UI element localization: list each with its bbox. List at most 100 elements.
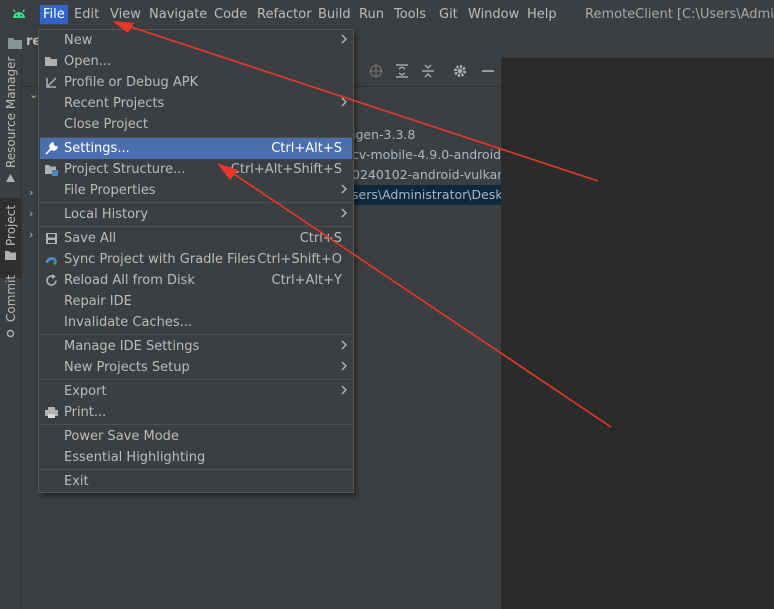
menu-item-label: Project Structure... <box>64 162 186 177</box>
menu-item-label: New Projects Setup <box>64 360 190 375</box>
chevron-right-icon <box>341 34 347 44</box>
menu-tools[interactable]: Tools <box>391 5 429 24</box>
menu-refactor[interactable]: Refactor <box>254 5 315 24</box>
menu-item-shortcut: Ctrl+Alt+Shift+S <box>230 162 342 177</box>
gear-icon[interactable] <box>452 63 468 79</box>
reload-icon <box>46 274 57 286</box>
menu-item-print[interactable]: Print... <box>40 402 352 423</box>
menu-item-repair-ide[interactable]: Repair IDE <box>40 291 352 312</box>
menu-item-label: Save All <box>64 231 117 246</box>
menu-item-label: Local History <box>64 207 149 222</box>
tree-item[interactable]: cv-mobile-4.9.0-android\ <box>352 145 505 165</box>
menu-separator <box>40 334 352 335</box>
chevron-right-icon <box>341 208 347 218</box>
collapse-all-icon[interactable] <box>420 63 436 79</box>
commit-tab-label: Commit <box>4 274 18 322</box>
menu-item-label: Print... <box>64 405 107 420</box>
menu-item-label: Profile or Debug APK <box>64 75 199 90</box>
menu-code[interactable]: Code <box>211 5 250 24</box>
menu-item-new[interactable]: New <box>40 30 352 51</box>
menu-item-shortcut: Ctrl+S <box>299 231 342 246</box>
menu-item-invalidate-caches[interactable]: Invalidate Caches... <box>40 312 352 333</box>
menu-item-label: New <box>64 33 93 48</box>
menu-item-shortcut: Ctrl+Alt+Y <box>271 273 342 288</box>
menu-navigate[interactable]: Navigate <box>146 5 210 24</box>
menu-item-close-project[interactable]: Close Project <box>40 114 352 135</box>
menu-window[interactable]: Window <box>465 5 522 24</box>
menu-item-label: Repair IDE <box>64 294 132 309</box>
menu-item-label: Essential Highlighting <box>64 450 206 465</box>
menu-item-shortcut: Ctrl+Shift+O <box>257 252 342 267</box>
tree-expand-chevron-right-icon[interactable]: › <box>29 186 33 199</box>
file-menu-dropdown: New Open... Profile or Debug APK Recent … <box>38 29 354 493</box>
menu-item-recent-projects[interactable]: Recent Projects <box>40 93 352 114</box>
menu-run[interactable]: Run <box>356 5 387 24</box>
menu-help[interactable]: Help <box>524 5 560 24</box>
menu-item-label: Manage IDE Settings <box>64 339 200 354</box>
hide-panel-icon[interactable] <box>480 63 496 79</box>
tool-window-strip: Resource Manager Project Commit <box>0 56 22 609</box>
menu-item-reload-disk[interactable]: Reload All from Disk Ctrl+Alt+Y <box>40 270 352 291</box>
menu-item-new-projects-setup[interactable]: New Projects Setup <box>40 357 352 378</box>
chevron-right-icon <box>341 97 347 107</box>
menu-item-power-save[interactable]: Power Save Mode <box>40 426 352 447</box>
chevron-right-icon <box>341 385 347 395</box>
menu-view[interactable]: View <box>107 5 144 24</box>
menu-item-label: Invalidate Caches... <box>64 315 193 330</box>
menu-item-export[interactable]: Export <box>40 381 352 402</box>
menu-edit[interactable]: Edit <box>71 5 102 24</box>
tree-item[interactable]: 0240102-android-vulkan\a <box>352 165 517 185</box>
window-title: RemoteClient [C:\Users\Administ <box>585 7 774 22</box>
menu-item-project-structure[interactable]: Project Structure... Ctrl+Alt+Shift+S <box>40 159 352 180</box>
menu-item-label: File Properties <box>64 183 156 198</box>
menu-item-label: Exit <box>64 474 89 489</box>
menu-item-label: Recent Projects <box>64 96 165 111</box>
tree-item-selected[interactable]: sers\Administrator\Desktop <box>352 185 523 205</box>
tree-item[interactable]: igen-3.3.8 <box>352 125 415 145</box>
menu-file[interactable]: File <box>40 5 68 24</box>
profile-apk-icon <box>46 77 57 88</box>
chevron-right-icon <box>341 184 347 194</box>
menu-item-local-history[interactable]: Local History <box>40 204 352 225</box>
tree-expand-chevron-right-icon[interactable]: › <box>29 228 33 241</box>
resource-manager-label: Resource Manager <box>4 56 18 168</box>
menu-git[interactable]: Git <box>436 5 461 24</box>
gradle-sync-icon <box>46 256 57 266</box>
menu-item-save-all[interactable]: Save All Ctrl+S <box>40 228 352 249</box>
chevron-right-icon <box>341 340 347 350</box>
android-studio-icon <box>12 9 26 18</box>
menu-item-label: Open... <box>64 54 112 69</box>
menu-item-label: Close Project <box>64 117 149 132</box>
menu-item-file-properties[interactable]: File Properties <box>40 180 352 201</box>
editor-area <box>501 58 774 609</box>
save-icon <box>46 233 57 244</box>
tree-expand-chevron-right-icon[interactable]: › <box>29 207 33 220</box>
menu-build[interactable]: Build <box>315 5 354 24</box>
chevron-right-icon <box>341 361 347 371</box>
tree-expand-chevron-down-icon[interactable]: ⌄ <box>29 88 38 101</box>
menu-item-label: Settings... <box>64 141 130 156</box>
tab-commit[interactable]: Commit <box>0 274 21 343</box>
menu-separator <box>40 202 352 203</box>
open-folder-icon <box>45 57 57 66</box>
menu-item-open[interactable]: Open... <box>40 51 352 72</box>
menu-item-label: Sync Project with Gradle Files <box>64 252 256 267</box>
menu-item-label: Export <box>64 384 107 399</box>
locate-icon[interactable] <box>368 63 384 79</box>
printer-icon <box>45 407 58 418</box>
commit-icon <box>6 329 15 338</box>
menu-item-profile-apk[interactable]: Profile or Debug APK <box>40 72 352 93</box>
menu-item-label: Power Save Mode <box>64 429 179 444</box>
tab-project[interactable]: Project <box>0 198 21 278</box>
menu-separator <box>40 469 352 470</box>
expand-all-icon[interactable] <box>394 63 410 79</box>
menu-separator <box>40 424 352 425</box>
menu-item-exit[interactable]: Exit <box>40 471 352 492</box>
menu-item-essential-highlighting[interactable]: Essential Highlighting <box>40 447 352 468</box>
main-menubar: File Edit View Navigate Code Refactor Bu… <box>0 0 774 29</box>
resource-manager-icon <box>6 174 15 182</box>
menu-item-settings[interactable]: Settings... Ctrl+Alt+S <box>40 138 352 159</box>
menu-item-sync-gradle[interactable]: Sync Project with Gradle Files Ctrl+Shif… <box>40 249 352 270</box>
menu-item-manage-ide-settings[interactable]: Manage IDE Settings <box>40 336 352 357</box>
menu-separator <box>40 226 352 227</box>
